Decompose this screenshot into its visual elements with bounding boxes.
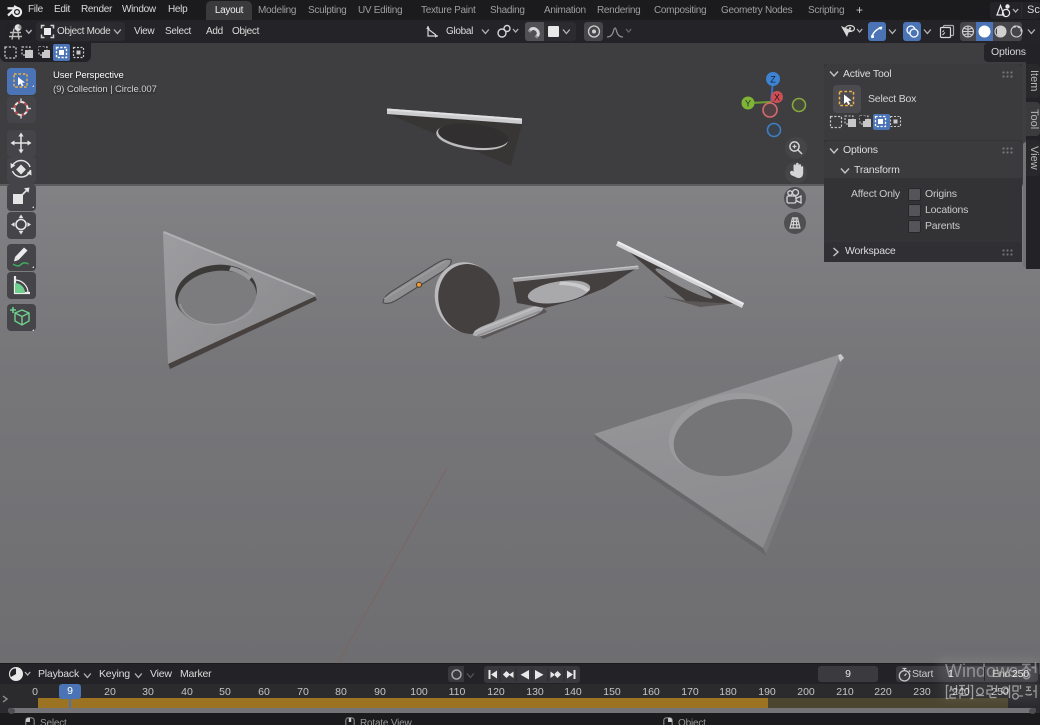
- svg-text:Y: Y: [745, 99, 751, 109]
- svg-text:Z: Z: [770, 75, 776, 85]
- svg-text:X: X: [774, 93, 780, 103]
